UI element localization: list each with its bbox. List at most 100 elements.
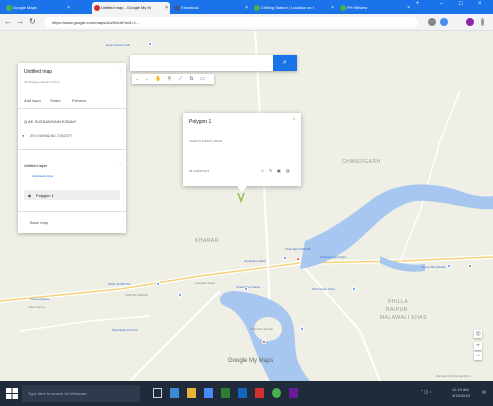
chrome-icon[interactable] xyxy=(272,388,281,398)
ruler-icon[interactable]: ▭ xyxy=(198,75,207,83)
search-button[interactable]: ⌕ xyxy=(273,55,297,71)
menu-kebab-icon[interactable] xyxy=(481,18,484,26)
delete-trash-icon[interactable]: ▥ xyxy=(286,168,290,173)
more-options-icon[interactable]: ⋮ xyxy=(118,68,122,73)
clock-date[interactable]: 4/19/2019 xyxy=(452,393,470,398)
area-label: RAIPUR xyxy=(386,307,408,313)
edit-pencil-icon[interactable]: ✎ xyxy=(269,168,272,173)
new-tab-icon[interactable]: + xyxy=(416,1,420,7)
zoom-in-button[interactable]: + xyxy=(474,342,482,350)
profile-avatar[interactable] xyxy=(466,18,474,26)
map-toolbar: ← → ✋ ⚲ ⟋ ⇅ ▭ xyxy=(132,74,214,84)
area-label: CHANDIGARH xyxy=(342,159,381,165)
info-measurements: 55 3 AB B 63 9 xyxy=(189,169,210,173)
place-label: Cascade Road xyxy=(195,281,215,285)
tab-chilling-station[interactable]: Chilling Station | Location on t × xyxy=(252,2,336,14)
place-label[interactable]: NICE HOSPITAL xyxy=(108,282,131,286)
layer-style-link[interactable]: Individual styles xyxy=(32,174,53,178)
search-result-layer[interactable]: Q AK SUSSANGAIN KISANY xyxy=(24,119,76,124)
excel-icon[interactable] xyxy=(221,388,230,398)
word-icon[interactable] xyxy=(238,388,247,398)
place-label[interactable]: Prasad Market xyxy=(30,297,50,301)
place-label[interactable]: Chandigarh Bibi Ba xyxy=(285,247,311,251)
base-map-toggle[interactable]: Base map xyxy=(30,220,48,225)
tab-facebook[interactable]: Facebook × xyxy=(172,2,250,14)
back-arrow-icon[interactable]: ← xyxy=(4,17,12,26)
edge-browser-icon[interactable] xyxy=(170,388,179,398)
map-pin-icon[interactable] xyxy=(468,264,472,268)
map-pin-icon[interactable] xyxy=(296,257,300,261)
tray-icons[interactable]: ⌃ ◫ ♪ xyxy=(420,389,431,394)
place-label[interactable]: Hotel Sunset Club xyxy=(106,43,130,47)
draw-line-icon[interactable]: ⟋ xyxy=(176,75,185,83)
place-label[interactable]: Sadhumangra Rope xyxy=(320,255,347,259)
reload-icon[interactable]: ↻ xyxy=(29,17,36,26)
close-icon[interactable]: × xyxy=(67,2,70,14)
map-pin-icon[interactable] xyxy=(283,256,287,260)
share-button[interactable]: Share xyxy=(50,98,61,103)
window-close-icon[interactable]: × xyxy=(478,1,482,7)
taskbar-search-input[interactable]: Type here to search for Windows xyxy=(22,385,140,402)
notification-icon[interactable]: ▤ xyxy=(482,389,486,394)
map-pin-icon[interactable] xyxy=(178,293,182,297)
map-title[interactable]: Untitled map xyxy=(24,69,52,75)
marker-icon[interactable]: ⚲ xyxy=(165,75,174,83)
maps-favicon-icon xyxy=(6,5,12,11)
place-label[interactable]: SGS Super Store xyxy=(312,287,335,291)
tab-title: Facebook xyxy=(181,5,199,10)
place-label[interactable]: Panchkula Tribunal xyxy=(112,328,138,332)
add-layer-button[interactable]: Add layer xyxy=(24,98,41,103)
layer-item-row[interactable]: ◆ Polygon 1 xyxy=(24,190,120,200)
area-label: MALAWALI KHAS xyxy=(380,315,427,321)
url-input[interactable]: https://www.google.com/maps/d/u/0/edit?m… xyxy=(44,17,418,28)
close-icon[interactable]: × xyxy=(331,2,334,14)
directions-icon[interactable]: ⇅ xyxy=(187,75,196,83)
my-location-icon[interactable]: ◎ xyxy=(474,330,482,338)
close-icon[interactable]: × xyxy=(165,2,168,14)
info-description: ALWAYS KISANY ROAD xyxy=(189,139,223,143)
clock-time[interactable]: 11:19 AM xyxy=(452,387,469,392)
map-footer: Map data ©2019 Google Terms xyxy=(436,375,471,378)
place-label[interactable]: Chandigarh Saran xyxy=(236,285,260,289)
forward-arrow-icon[interactable]: → xyxy=(16,17,24,26)
info-title: Polygon 1 xyxy=(189,119,212,125)
close-icon[interactable]: × xyxy=(407,2,410,14)
tab-untitled-map[interactable]: Untitled map - Google My M × xyxy=(92,2,170,14)
windows-start-icon[interactable] xyxy=(6,388,18,399)
hand-icon[interactable]: ✋ xyxy=(154,75,163,83)
close-icon[interactable]: × xyxy=(245,2,248,14)
star-icon[interactable] xyxy=(428,18,436,26)
extension-icon[interactable] xyxy=(440,18,448,26)
maps-favicon-icon xyxy=(340,5,346,11)
store-icon[interactable] xyxy=(204,388,213,398)
redo-icon[interactable]: → xyxy=(142,75,151,83)
tab-ph-hillview[interactable]: PH Hillview × xyxy=(338,2,412,14)
camera-icon[interactable]: ▣ xyxy=(277,168,281,173)
zoom-out-button[interactable]: − xyxy=(474,352,482,360)
close-icon[interactable]: × xyxy=(293,116,295,121)
style-paint-icon[interactable]: ⬦ xyxy=(261,168,264,173)
pin-coordinates[interactable]: 29.0 54962,80.7192477 xyxy=(30,133,72,138)
layer-title[interactable]: Untitled layer xyxy=(24,163,47,168)
maximize-icon[interactable]: □ xyxy=(459,1,463,7)
app-icon[interactable] xyxy=(289,388,298,398)
task-view-icon[interactable] xyxy=(153,388,162,398)
map-pin-icon[interactable] xyxy=(300,327,304,331)
opera-icon[interactable] xyxy=(255,388,264,398)
map-search-input[interactable] xyxy=(130,55,297,71)
map-pin-icon[interactable] xyxy=(262,340,266,344)
undo-icon[interactable]: ← xyxy=(133,75,142,83)
minimize-icon[interactable]: – xyxy=(440,1,443,7)
layer-options-icon[interactable]: ⋮ xyxy=(118,162,122,167)
map-pin-icon[interactable] xyxy=(156,282,160,286)
map-pin-icon[interactable] xyxy=(148,42,152,46)
preview-button[interactable]: Preview xyxy=(72,98,86,103)
map-pin-icon[interactable] xyxy=(447,264,451,268)
place-label[interactable]: Green Bar Market xyxy=(422,265,446,269)
map-pin-icon[interactable] xyxy=(244,287,248,291)
file-explorer-icon[interactable] xyxy=(187,388,196,398)
place-label[interactable]: Gurdwara Sahib xyxy=(244,259,266,263)
tab-google-maps[interactable]: Google Maps × xyxy=(4,2,72,14)
map-pin-icon[interactable] xyxy=(352,287,356,291)
google-logo: Google My Maps xyxy=(228,358,274,364)
